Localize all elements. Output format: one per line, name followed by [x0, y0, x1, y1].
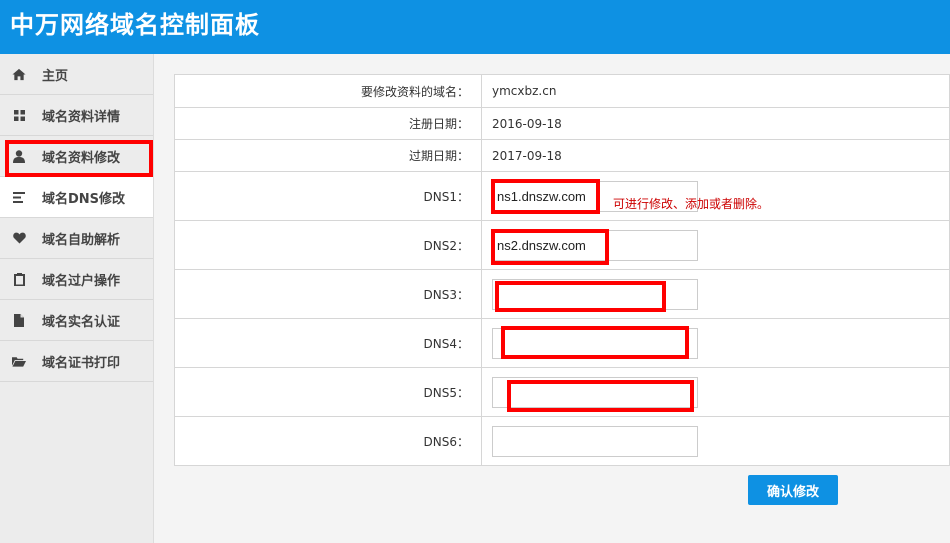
heart-icon: [12, 231, 26, 245]
sidebar-item-label: 域名自助解析: [42, 232, 121, 248]
reg-date-label: 注册日期：: [174, 107, 482, 140]
table-row: 过期日期： 2017-09-18: [174, 139, 950, 172]
exp-date-value: 2017-09-18: [481, 139, 950, 172]
clipboard-icon: [12, 272, 26, 286]
domain-value: ymcxbz.cn: [481, 74, 950, 108]
sidebar-item-certificate[interactable]: 域名证书打印: [0, 341, 153, 382]
table-row: DNS2：: [174, 220, 950, 270]
table-row: 要修改资料的域名： ymcxbz.cn: [174, 74, 950, 108]
sidebar-item-label: 域名过户操作: [42, 273, 121, 289]
dns2-label: DNS2：: [174, 220, 482, 270]
sidebar-item-label: 域名资料详情: [42, 109, 121, 125]
dns3-label: DNS3：: [174, 269, 482, 319]
grid-icon: [12, 108, 26, 122]
dns5-input[interactable]: [492, 376, 698, 408]
header-bar: 中万网络域名控制面板: [0, 0, 950, 54]
user-icon: [12, 149, 26, 163]
sidebar-item-label: 域名DNS修改: [42, 191, 126, 207]
dns4-label: DNS4：: [174, 318, 482, 368]
dns-hint-text: 可进行修改、添加或者删除。: [613, 197, 770, 211]
sidebar-item-transfer[interactable]: 域名过户操作: [0, 259, 153, 300]
dns1-label: DNS1：: [174, 171, 482, 221]
sidebar: 主页 域名资料详情 域名资料修改 域名DNS修改 域名自助解析 域名过户操作 域…: [0, 54, 154, 543]
dns2-input[interactable]: [492, 229, 698, 261]
dns6-label: DNS6：: [174, 416, 482, 466]
main-content: 要修改资料的域名： ymcxbz.cn 注册日期： 2016-09-18 过期日…: [174, 74, 950, 466]
dns6-cell: [481, 416, 950, 466]
table-row: DNS3：: [174, 269, 950, 319]
dns3-input[interactable]: [492, 278, 698, 310]
sidebar-item-dns-edit[interactable]: 域名DNS修改: [0, 177, 153, 218]
document-icon: [12, 313, 26, 327]
dns1-cell: 可进行修改、添加或者删除。: [481, 171, 950, 221]
sidebar-item-label: 主页: [42, 68, 69, 84]
page-title: 中万网络域名控制面板: [10, 11, 260, 39]
dns5-cell: [481, 367, 950, 417]
sidebar-item-realname[interactable]: 域名实名认证: [0, 300, 153, 341]
dns4-cell: [481, 318, 950, 368]
sidebar-item-label: 域名资料修改: [42, 150, 121, 166]
sidebar-item-home[interactable]: 主页: [0, 54, 153, 95]
domain-label: 要修改资料的域名：: [174, 74, 482, 108]
sidebar-item-label: 域名证书打印: [42, 355, 121, 371]
table-row: DNS1： 可进行修改、添加或者删除。: [174, 171, 950, 221]
dns2-cell: [481, 220, 950, 270]
sidebar-item-domain-edit[interactable]: 域名资料修改: [0, 136, 153, 177]
exp-date-label: 过期日期：: [174, 139, 482, 172]
confirm-button[interactable]: 确认修改: [748, 475, 838, 505]
table-row: DNS4：: [174, 318, 950, 368]
table-row: 注册日期： 2016-09-18: [174, 107, 950, 140]
dns4-input[interactable]: [492, 327, 698, 359]
sidebar-item-domain-details[interactable]: 域名资料详情: [0, 95, 153, 136]
sidebar-item-label: 域名实名认证: [42, 314, 121, 330]
table-row: DNS6：: [174, 416, 950, 466]
reg-date-value: 2016-09-18: [481, 107, 950, 140]
home-icon: [12, 67, 26, 81]
dns-form-table: 要修改资料的域名： ymcxbz.cn 注册日期： 2016-09-18 过期日…: [174, 74, 950, 466]
folder-open-icon: [12, 354, 26, 368]
table-row: DNS5：: [174, 367, 950, 417]
dns6-input[interactable]: [492, 425, 698, 457]
sidebar-item-self-dns[interactable]: 域名自助解析: [0, 218, 153, 259]
dns5-label: DNS5：: [174, 367, 482, 417]
dns3-cell: [481, 269, 950, 319]
list-icon: [12, 190, 26, 204]
